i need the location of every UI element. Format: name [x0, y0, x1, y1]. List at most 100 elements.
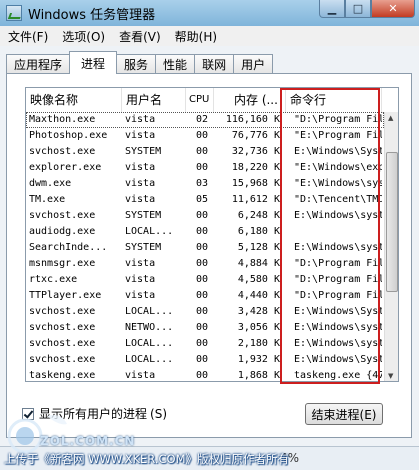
process-command-line: E:\Windows\syst	[294, 210, 382, 221]
tab-applications[interactable]: 应用程序	[6, 54, 71, 74]
process-cpu: 00	[195, 306, 208, 317]
process-command-line: "D:\Program Fil	[294, 274, 382, 285]
scroll-down-arrow-icon[interactable]: ▼	[388, 372, 393, 380]
vertical-scrollbar[interactable]: ▲ ▼	[384, 112, 398, 381]
process-memory: 1,868 K	[237, 370, 280, 381]
process-cpu: 00	[195, 210, 208, 221]
process-cpu: 00	[195, 290, 208, 301]
table-row[interactable]: msnmsgr.exe vista 00 4,884 K "D:\Program Fil	[26, 256, 384, 272]
process-command-line: E:\Windows\Syst	[294, 306, 382, 317]
table-row[interactable]: rtxc.exe vista 00 4,580 K "D:\Program Fil	[26, 272, 384, 288]
tab-users[interactable]: 用户	[233, 54, 274, 74]
process-user: SYSTEM	[125, 242, 162, 253]
process-memory: 116,160 K	[214, 112, 286, 128]
process-cpu: 00	[195, 274, 208, 285]
process-memory: 11,612 K	[231, 194, 280, 205]
process-memory: 76,776 K	[231, 130, 280, 141]
title-bar[interactable]: Windows 任务管理器 ▁ □ ✕	[0, 0, 419, 26]
process-name: Maxthon.exe	[26, 112, 122, 128]
task-manager-window: Windows 任务管理器 ▁ □ ✕ 文件(F) 选项(O) 查看(V) 帮助…	[0, 0, 419, 470]
process-memory: 6,180 K	[237, 226, 280, 237]
process-user: vista	[125, 290, 156, 301]
process-name: taskeng.exe	[29, 370, 96, 381]
tab-services[interactable]: 服务	[116, 54, 157, 74]
process-cpu: 05	[195, 194, 208, 205]
process-user: LOCAL...	[125, 338, 174, 349]
column-command-line[interactable]: 命令行	[286, 88, 382, 112]
process-name: svchost.exe	[29, 210, 96, 221]
process-user: vista	[125, 194, 156, 205]
table-row[interactable]: explorer.exe vista 00 18,220 K "E:\Windows\e…	[26, 160, 384, 176]
watermark-brand: ZOL.COM.CN	[40, 434, 136, 448]
show-all-users-key: (S)	[150, 406, 167, 421]
column-image-name[interactable]: 映像名称	[26, 88, 122, 112]
menu-options[interactable]: 选项(O)	[54, 28, 111, 45]
process-command-line: E:\Windows\Syst	[294, 354, 382, 365]
process-name: svchost.exe	[29, 354, 96, 365]
process-user: LOCAL...	[125, 306, 174, 317]
table-row[interactable]: svchost.exe SYSTEM 00 32,736 K E:\Windows\Sy…	[26, 144, 384, 160]
process-command-line: "D:\Tencent\TMD	[294, 194, 382, 205]
process-cpu: 00	[195, 338, 208, 349]
process-cpu: 02	[186, 112, 214, 128]
table-row[interactable]: TTPlayer.exe vista 00 4,440 K "D:\Program Fi…	[26, 288, 384, 304]
process-memory: 6,248 K	[237, 210, 280, 221]
column-cpu[interactable]: CPU	[186, 88, 214, 112]
process-cpu: 00	[195, 130, 208, 141]
window-title: Windows 任务管理器	[28, 8, 156, 23]
table-row[interactable]: svchost.exe SYSTEM 00 6,248 K E:\Windows\sys…	[26, 208, 384, 224]
process-command-line: E:\Windows\syst	[294, 338, 382, 349]
process-name: svchost.exe	[29, 338, 96, 349]
process-command-line: "E:\Windows\sys	[294, 178, 382, 189]
watermark-text: 上传于《新客网 WWW.XKER.COM》版权归原作者所有	[4, 452, 290, 466]
show-all-users-checkbox[interactable]	[22, 407, 34, 420]
table-row[interactable]: Maxthon.exe vista 02 116,160 K "D:\Program F…	[26, 112, 384, 128]
menu-help[interactable]: 帮助(H)	[167, 28, 223, 45]
show-all-users-option[interactable]: 显示所有用户的进程 (S)	[22, 405, 167, 422]
process-command-line: "D:\Program Fil	[294, 290, 382, 301]
process-user: SYSTEM	[125, 210, 162, 221]
table-row[interactable]: svchost.exe LOCAL... 00 1,932 K E:\Windows\S…	[26, 352, 384, 368]
process-name: svchost.exe	[29, 322, 96, 333]
process-user: vista	[125, 162, 156, 173]
end-process-button[interactable]: 结束进程(E)	[305, 403, 383, 425]
process-memory: 5,128 K	[237, 242, 280, 253]
processes-panel: 映像名称 用户名 CPU 内存 (... 命令行 Maxthon.exe vist…	[6, 73, 412, 438]
process-rows: Maxthon.exe vista 02 116,160 K "D:\Program F…	[26, 112, 384, 381]
table-row[interactable]: taskeng.exe vista 00 1,868 K taskeng.exe {47	[26, 368, 384, 381]
process-memory: 1,932 K	[237, 354, 280, 365]
process-user: vista	[125, 178, 156, 189]
tab-performance[interactable]: 性能	[155, 54, 196, 74]
tab-processes[interactable]: 进程	[69, 51, 118, 74]
table-row[interactable]: audiodg.exe LOCAL... 00 6,180 K	[26, 224, 384, 240]
process-memory: 2,180 K	[237, 338, 280, 349]
process-command-line: "D:\Program Fil	[294, 258, 382, 269]
process-name: TM.exe	[29, 194, 66, 205]
table-row[interactable]: Photoshop.exe vista 00 76,776 K "E:\Program …	[26, 128, 384, 144]
scrollbar-thumb[interactable]	[386, 152, 398, 292]
process-cpu: 03	[195, 178, 208, 189]
menu-bar: 文件(F) 选项(O) 查看(V) 帮助(H)	[0, 26, 419, 46]
close-button[interactable]: ✕	[371, 0, 415, 18]
column-memory[interactable]: 内存 (...	[214, 88, 286, 112]
table-row[interactable]: svchost.exe LOCAL... 00 3,428 K E:\Windows\S…	[26, 304, 384, 320]
tab-networking[interactable]: 联网	[194, 54, 235, 74]
process-user: vista	[122, 112, 186, 128]
table-row[interactable]: dwm.exe vista 03 15,968 K "E:\Windows\sys	[26, 176, 384, 192]
menu-file[interactable]: 文件(F)	[0, 28, 54, 45]
table-row[interactable]: SearchInde... SYSTEM 00 5,128 K E:\Windows\s…	[26, 240, 384, 256]
process-cpu: 00	[195, 354, 208, 365]
process-command-line: taskeng.exe {47	[294, 370, 382, 381]
process-list-header: 映像名称 用户名 CPU 内存 (... 命令行	[26, 88, 398, 113]
menu-view[interactable]: 查看(V)	[111, 28, 167, 45]
minimize-button[interactable]: ▁	[319, 0, 345, 18]
column-user-name[interactable]: 用户名	[122, 88, 186, 112]
table-row[interactable]: svchost.exe NETWO... 00 3,056 K E:\Windows\s…	[26, 320, 384, 336]
table-row[interactable]: svchost.exe LOCAL... 00 2,180 K E:\Windows\s…	[26, 336, 384, 352]
table-row[interactable]: TM.exe vista 05 11,612 K "D:\Tencent\TMD	[26, 192, 384, 208]
scroll-up-arrow-icon[interactable]: ▲	[388, 114, 393, 122]
maximize-button[interactable]: □	[345, 0, 371, 18]
process-cpu: 00	[195, 242, 208, 253]
process-list[interactable]: 映像名称 用户名 CPU 内存 (... 命令行 Maxthon.exe vist…	[25, 87, 399, 382]
process-cpu: 00	[195, 370, 208, 381]
